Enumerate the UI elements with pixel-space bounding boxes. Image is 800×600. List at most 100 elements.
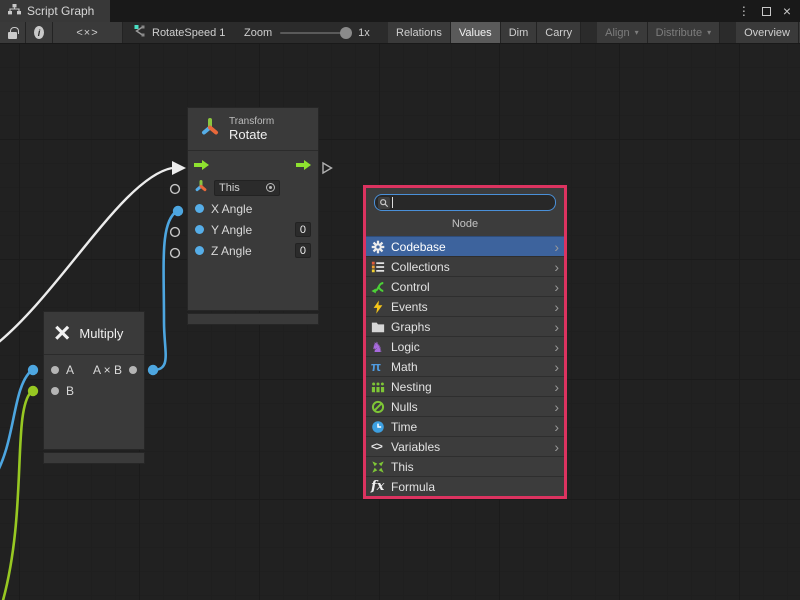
- gear-icon: [371, 240, 388, 254]
- edit-script-button[interactable]: <×>: [53, 22, 123, 43]
- tab-script-graph[interactable]: Script Graph: [0, 0, 110, 22]
- flow-out-port[interactable]: [296, 158, 312, 176]
- toolbar-button-overview[interactable]: Overview: [736, 22, 799, 43]
- port-row-y-angle[interactable]: Y Angle 0: [188, 219, 318, 240]
- chevron-right-icon: ›: [554, 400, 559, 414]
- zoom-label: Zoom: [244, 27, 272, 39]
- finder-item-math[interactable]: π Math ›: [366, 356, 564, 376]
- inspect-button[interactable]: i: [26, 22, 53, 43]
- x-angle-port[interactable]: [195, 204, 204, 213]
- toolbar-button-align[interactable]: Align▾: [597, 22, 647, 43]
- finder-item-label: Events: [391, 300, 428, 314]
- finder-item-this[interactable]: This: [366, 456, 564, 476]
- zoom-slider-handle[interactable]: [340, 27, 352, 39]
- node-multiply[interactable]: × Multiply A A × B B: [44, 312, 144, 449]
- port-ring-y[interactable]: [171, 228, 180, 237]
- finder-item-label: Math: [391, 360, 418, 374]
- finder-item-label: Time: [391, 420, 417, 434]
- finder-item-control[interactable]: Control ›: [366, 276, 564, 296]
- finder-item-nesting[interactable]: Nesting ›: [366, 376, 564, 396]
- toolbar-button-distribute[interactable]: Distribute▾: [648, 22, 720, 43]
- port-ring-z[interactable]: [171, 249, 180, 258]
- node-category: Transform: [229, 116, 274, 127]
- finder-item-logic[interactable]: ♞ Logic ›: [366, 336, 564, 356]
- x-angle-label: X Angle: [211, 202, 252, 216]
- zoom-slider[interactable]: [280, 32, 350, 34]
- multiply-node-header[interactable]: × Multiply: [44, 312, 144, 355]
- toolbar: i <×> RotateSpeed 1 Zoom 1x RelationsVal…: [0, 22, 800, 44]
- finder-item-graphs[interactable]: Graphs ›: [366, 316, 564, 336]
- chevron-right-icon: ›: [554, 380, 559, 394]
- dropdown-arrow-icon: ▾: [707, 28, 711, 37]
- port-row-x-angle[interactable]: X Angle: [188, 198, 318, 219]
- pi-icon: π: [371, 360, 388, 373]
- maximize-icon[interactable]: [762, 7, 771, 16]
- wire-multiply-to-xangle: [148, 206, 183, 375]
- code-icon: <×>: [76, 27, 98, 39]
- port-row-b[interactable]: B: [44, 380, 144, 401]
- y-angle-value-field[interactable]: 0: [295, 222, 311, 237]
- chevron-right-icon: ›: [554, 320, 559, 334]
- graph-name: RotateSpeed 1: [152, 27, 225, 39]
- chevron-right-icon: ›: [554, 340, 559, 354]
- flow-out-triangle[interactable]: [323, 163, 332, 173]
- object-picker-icon[interactable]: [266, 183, 275, 192]
- y-angle-port[interactable]: [195, 225, 204, 234]
- lock-button[interactable]: [0, 22, 26, 43]
- toolbar-buttons: RelationsValuesDimCarry Align▾Distribute▾…: [388, 22, 800, 43]
- finder-search-field[interactable]: [374, 194, 556, 211]
- toolbar-button-values[interactable]: Values: [451, 22, 501, 43]
- chevron-right-icon: ›: [554, 360, 559, 374]
- flow-in-port[interactable]: [194, 158, 210, 176]
- toolbar-button-carry[interactable]: Carry: [537, 22, 581, 43]
- multiply-node-footer: [44, 453, 144, 463]
- node-title: Multiply: [79, 326, 123, 341]
- transform-node-header[interactable]: Transform Rotate: [188, 108, 318, 151]
- close-icon[interactable]: ×: [783, 4, 791, 18]
- kebab-menu-icon[interactable]: ⋮: [738, 5, 750, 17]
- this-object-field[interactable]: This: [214, 180, 280, 196]
- port-row-z-angle[interactable]: Z Angle 0: [188, 240, 318, 261]
- finder-item-label: Graphs: [391, 320, 430, 334]
- result-output-port[interactable]: [129, 366, 137, 374]
- port-row-a[interactable]: A A × B: [44, 359, 144, 380]
- toolbar-button-dim[interactable]: Dim: [501, 22, 538, 43]
- chevron-right-icon: ›: [554, 300, 559, 314]
- chevron-right-icon: ›: [554, 420, 559, 434]
- chevron-right-icon: ›: [554, 440, 559, 454]
- graph-node-icon: [132, 24, 146, 41]
- finder-item-nulls[interactable]: Nulls ›: [366, 396, 564, 416]
- toolbar-button-relations[interactable]: Relations: [388, 22, 451, 43]
- info-icon: i: [34, 26, 44, 39]
- dropdown-arrow-icon: ▾: [635, 28, 639, 37]
- node-finder-popup: Node Codebase › Collections › Control › …: [363, 185, 567, 499]
- finder-item-formula[interactable]: fx Formula: [366, 476, 564, 496]
- port-row-this[interactable]: This: [188, 177, 318, 198]
- z-angle-value-field[interactable]: 0: [295, 243, 311, 258]
- finder-item-label: This: [391, 460, 414, 474]
- null-icon: [371, 400, 388, 414]
- finder-item-label: Codebase: [391, 240, 446, 254]
- z-angle-port[interactable]: [195, 246, 204, 255]
- lightning-icon: [371, 300, 388, 314]
- finder-item-variables[interactable]: <> Variables ›: [366, 436, 564, 456]
- graph-canvas[interactable]: Transform Rotate This: [0, 44, 800, 600]
- node-transform-rotate[interactable]: Transform Rotate This: [188, 108, 318, 310]
- script-graph-icon: [8, 4, 21, 18]
- b-input-port[interactable]: [51, 387, 59, 395]
- zoom-value: 1x: [358, 27, 370, 39]
- finder-item-codebase[interactable]: Codebase ›: [366, 236, 564, 256]
- search-icon: [378, 197, 390, 209]
- finder-item-label: Control: [391, 280, 430, 294]
- folder-icon: [371, 320, 388, 334]
- finder-item-events[interactable]: Events ›: [366, 296, 564, 316]
- finder-item-time[interactable]: Time ›: [366, 416, 564, 436]
- a-input-port[interactable]: [51, 366, 59, 374]
- graph-breadcrumb[interactable]: RotateSpeed 1: [132, 22, 225, 43]
- finder-item-label: Formula: [391, 480, 435, 494]
- this-icon: [371, 460, 388, 474]
- control-icon: [371, 280, 388, 294]
- finder-item-label: Variables: [391, 440, 440, 454]
- port-ring-this[interactable]: [171, 185, 180, 194]
- finder-item-collections[interactable]: Collections ›: [366, 256, 564, 276]
